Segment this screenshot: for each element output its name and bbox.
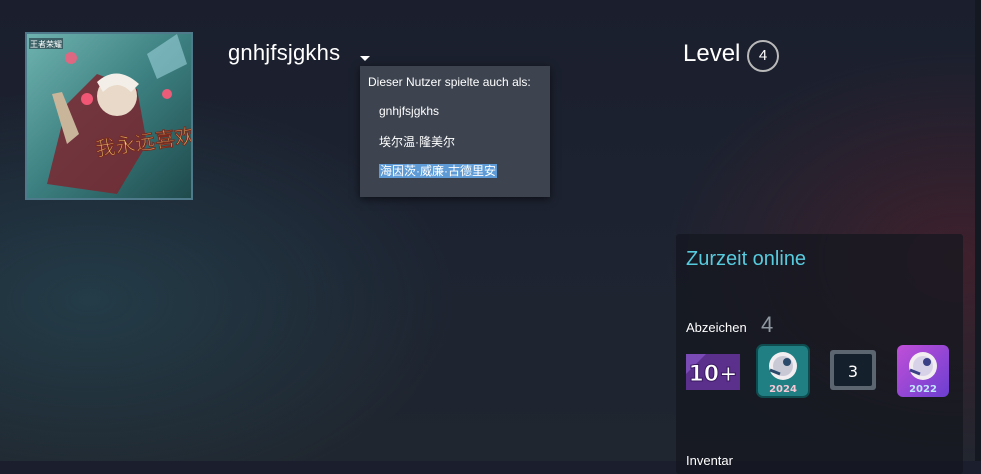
avatar-logo-text: 王者荣耀 (30, 39, 62, 49)
profile-side-panel: Zurzeit online Abzeichen 4 10+ 2024 3 20… (676, 234, 963, 474)
badges-count[interactable]: 4 (761, 312, 773, 338)
avatar[interactable]: 王者荣耀 我永远喜欢 齐天 (25, 32, 193, 200)
badges-link[interactable]: Abzeichen (686, 320, 747, 335)
steam-2022-badge-icon[interactable]: 2022 (896, 344, 950, 398)
alias-popup-header: Dieser Nutzer spielte auch als: (368, 75, 531, 89)
level-badge[interactable]: 4 (747, 40, 779, 72)
badge-text: 3 (848, 362, 858, 381)
window-edge (975, 0, 981, 461)
online-status: Zurzeit online (686, 248, 807, 270)
badge-text: 2022 (909, 384, 937, 395)
badge-3-icon[interactable]: 3 (826, 344, 880, 398)
steam-2024-badge-icon[interactable]: 2024 (756, 344, 810, 398)
avatar-artwork: 王者荣耀 我永远喜欢 齐天 (27, 34, 191, 198)
alias-item-selected: 海因茨·威廉·古德里安 (379, 162, 497, 179)
badge-10-plus-icon[interactable]: 10+ (686, 344, 740, 398)
alias-dropdown-caret-icon[interactable] (360, 56, 370, 61)
level-label: Level (683, 40, 741, 67)
alias-item: 埃尔温·隆美尔 (379, 135, 455, 149)
selected-text: 海因茨·威廉·古德里安 (379, 164, 497, 178)
persona-name: gnhjfsjgkhs (228, 40, 341, 65)
badge-text: 10+ (688, 362, 737, 387)
alias-item: gnhjfsjgkhs (379, 104, 440, 118)
alias-history-popup: Dieser Nutzer spielte auch als: gnhjfsjg… (360, 66, 550, 197)
badge-text: 2024 (769, 384, 797, 395)
